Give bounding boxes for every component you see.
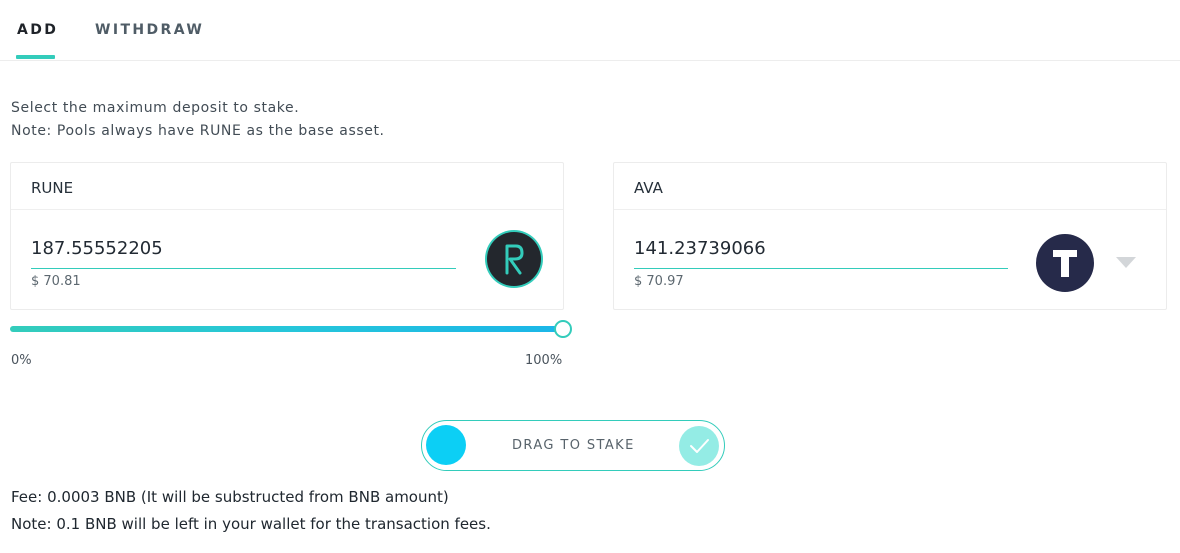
- ava-card: AVA $ 70.97: [613, 162, 1167, 310]
- fee-note: Fee: 0.0003 BNB (It will be substructed …: [11, 488, 449, 506]
- ava-amount-input[interactable]: [634, 232, 1008, 269]
- drag-to-stake-label: DRAG TO STAKE: [512, 438, 635, 453]
- ava-card-title: AVA: [634, 179, 663, 197]
- rune-coin-icon[interactable]: [487, 232, 541, 286]
- ava-card-header: [614, 163, 1166, 210]
- slider-min-label: 0%: [11, 353, 32, 368]
- rune-card: RUNE $ 70.81: [10, 162, 564, 310]
- active-tab-indicator: [16, 55, 55, 59]
- check-icon: [679, 426, 719, 466]
- drag-to-stake-control[interactable]: DRAG TO STAKE: [421, 420, 725, 471]
- wallet-fee-note: Note: 0.1 BNB will be left in your walle…: [11, 515, 491, 533]
- drag-handle[interactable]: [426, 425, 466, 465]
- tab-add[interactable]: ADD: [17, 22, 58, 38]
- rune-card-title: RUNE: [31, 179, 74, 197]
- rune-r-glyph: [505, 244, 524, 275]
- ava-coin-icon[interactable]: [1036, 234, 1094, 292]
- ava-t-glyph: [1053, 250, 1077, 277]
- asset-dropdown-chevron-icon[interactable]: [1116, 257, 1136, 268]
- rune-card-header: [11, 163, 563, 210]
- intro-line-1: Select the maximum deposit to stake.: [11, 100, 300, 116]
- tab-withdraw[interactable]: WITHDRAW: [95, 22, 204, 38]
- slider-handle[interactable]: [554, 320, 572, 338]
- tab-bar: ADD WITHDRAW: [0, 0, 1180, 61]
- intro-line-2: Note: Pools always have RUNE as the base…: [11, 123, 385, 139]
- rune-amount-input[interactable]: [31, 232, 456, 269]
- ava-usd-value: $ 70.97: [634, 274, 684, 289]
- stake-percent-slider[interactable]: [10, 326, 563, 332]
- rune-usd-value: $ 70.81: [31, 274, 81, 289]
- slider-max-label: 100%: [525, 353, 563, 368]
